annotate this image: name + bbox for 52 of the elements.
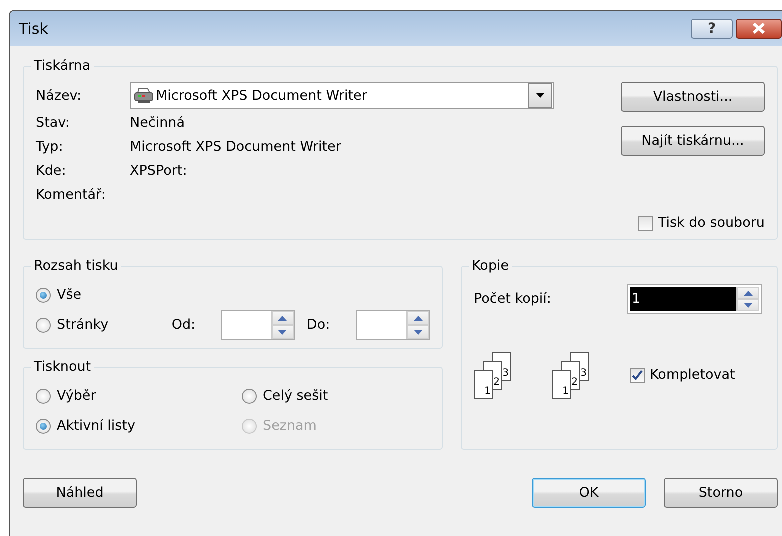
- field-label: Stav:: [36, 115, 71, 131]
- down-arrow-icon: [744, 302, 752, 308]
- find-printer-button[interactable]: Najít tiskárnu...: [621, 126, 765, 156]
- field-label: Od:: [172, 317, 197, 333]
- field-label: Kde:: [36, 163, 68, 179]
- radio-button[interactable]: [36, 418, 51, 434]
- close-icon: [752, 23, 766, 34]
- radio-label: Seznam: [263, 418, 317, 434]
- radio-button[interactable]: [36, 318, 51, 332]
- window-title: Tisk: [19, 20, 50, 38]
- printer-name: Microsoft XPS Document Writer: [156, 88, 368, 104]
- field-label: Do:: [306, 317, 332, 333]
- group-title: Tisknout: [33, 359, 92, 375]
- checkbox-label: Tisk do souboru: [658, 215, 765, 231]
- field-label: Název:: [36, 88, 83, 104]
- field-value: Nečinná: [130, 115, 185, 131]
- down-arrow-icon: [278, 330, 288, 334]
- radio-label: Stránky: [57, 317, 109, 333]
- close-button[interactable]: [736, 18, 782, 38]
- copies-value: 1: [630, 287, 736, 311]
- group-title: Kopie: [471, 258, 510, 274]
- help-button[interactable]: ?: [691, 18, 733, 38]
- to-spinner[interactable]: [356, 310, 430, 340]
- up-arrow-icon: [278, 316, 288, 320]
- radio-button[interactable]: [242, 388, 257, 404]
- up-arrow-icon: [744, 290, 752, 296]
- field-value: XPSPort:: [130, 163, 188, 179]
- cancel-button[interactable]: Storno: [664, 478, 778, 508]
- checkbox[interactable]: [630, 368, 645, 382]
- from-spinner[interactable]: [221, 310, 295, 340]
- printer-dropdown[interactable]: Microsoft XPS Document Writer: [130, 82, 554, 109]
- field-label: Počet kopií:: [474, 291, 552, 307]
- printer-icon: [134, 88, 154, 104]
- field-label: Komentář:: [36, 187, 107, 203]
- radio-label: Výběr: [57, 388, 96, 404]
- preview-button[interactable]: Náhled: [23, 478, 137, 508]
- radio-label: Vše: [57, 287, 82, 303]
- down-arrow-icon: [414, 330, 422, 334]
- group-title: Tiskárna: [33, 58, 92, 74]
- field-label: Typ:: [36, 139, 64, 155]
- radio-label: Aktivní listy: [57, 418, 136, 434]
- up-arrow-icon: [414, 316, 422, 320]
- ok-button[interactable]: OK: [532, 478, 646, 508]
- checkbox[interactable]: [638, 216, 654, 230]
- copies-spinner[interactable]: 1: [627, 284, 762, 314]
- properties-button[interactable]: Vlastnosti...: [621, 82, 765, 112]
- radio-label: Celý sešit: [263, 388, 328, 404]
- radio-button[interactable]: [36, 388, 51, 404]
- checkbox-label: Kompletovat: [650, 367, 736, 383]
- field-value: Microsoft XPS Document Writer: [130, 139, 342, 155]
- group-title: Rozsah tisku: [33, 258, 120, 274]
- radio-button[interactable]: [36, 288, 51, 302]
